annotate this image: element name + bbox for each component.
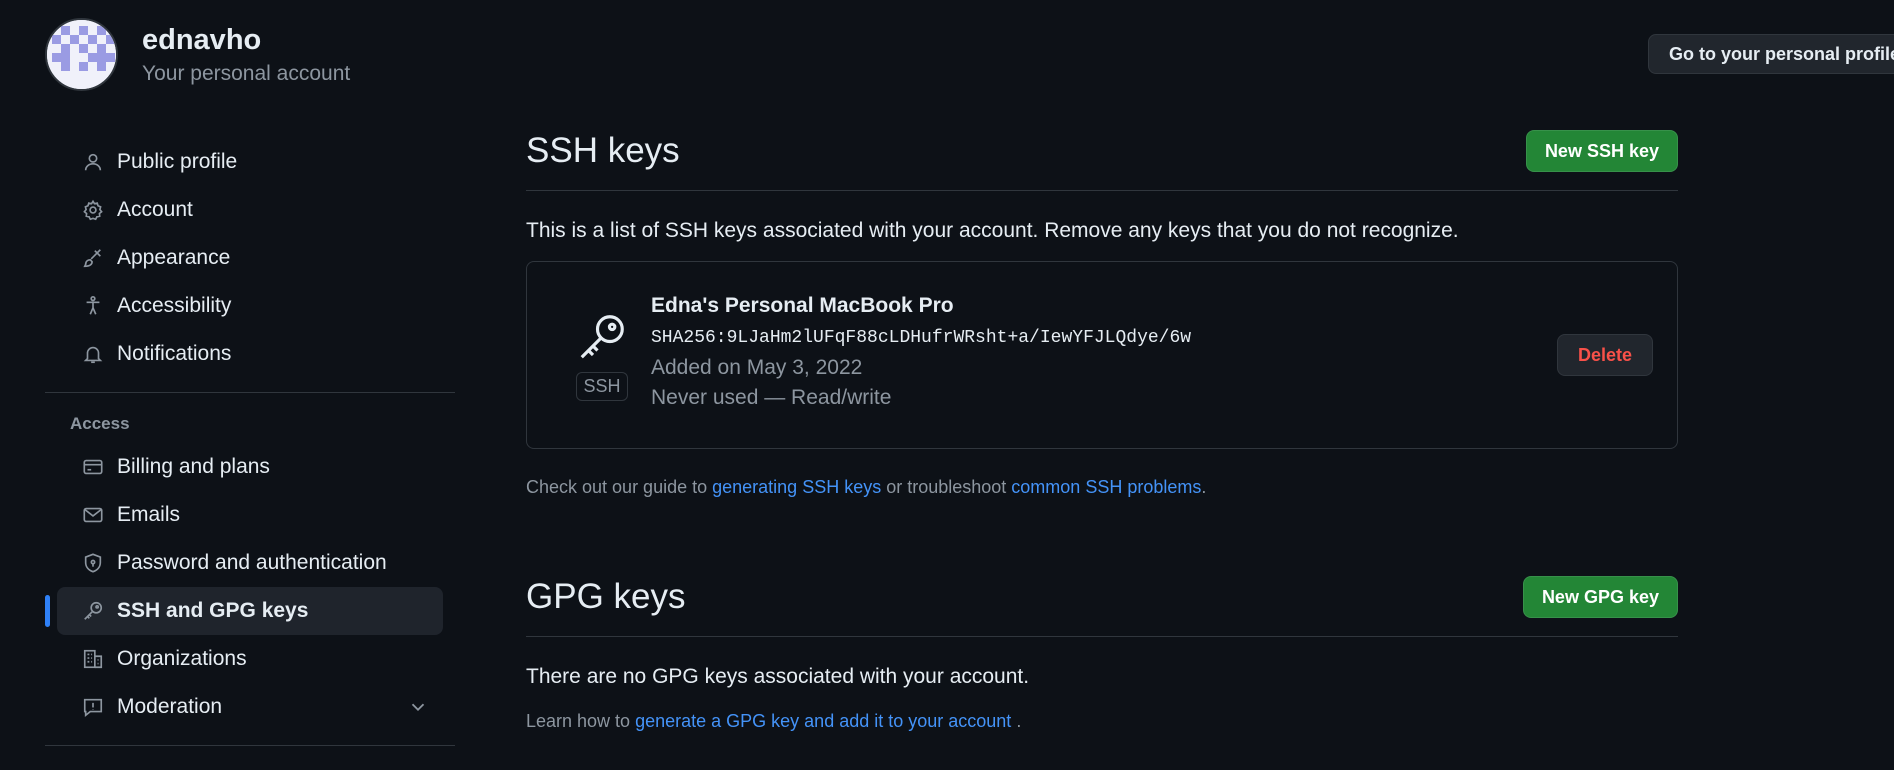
sidebar-item-label: Notifications bbox=[117, 342, 232, 365]
key-title: Edna's Personal MacBook Pro bbox=[651, 294, 954, 317]
sidebar-item-label: Emails bbox=[117, 503, 181, 526]
ssh-guide-text: Check out our guide to generating SSH ke… bbox=[526, 477, 1678, 498]
new-gpg-key-button[interactable]: New GPG key bbox=[1522, 576, 1678, 618]
new-ssh-key-button[interactable]: New SSH key bbox=[1525, 130, 1678, 172]
common-ssh-problems-link[interactable]: common SSH problems bbox=[1011, 477, 1201, 497]
key-icon bbox=[81, 599, 105, 623]
learn-suffix: . bbox=[1011, 711, 1022, 731]
key-usage: Never used — Read/write bbox=[651, 386, 892, 409]
sidebar-divider bbox=[45, 392, 455, 393]
guide-prefix: Check out our guide to bbox=[526, 477, 713, 497]
bell-icon bbox=[81, 342, 105, 366]
settings-sidebar: Public profile Account Appearance Access… bbox=[45, 138, 455, 758]
chevron-down-icon[interactable] bbox=[407, 696, 429, 718]
organization-icon bbox=[81, 647, 105, 671]
sidebar-item-label: Public profile bbox=[117, 150, 238, 173]
gpg-keys-section: GPG keys New GPG key There are no GPG ke… bbox=[526, 576, 1678, 732]
username[interactable]: ednavho bbox=[142, 23, 350, 58]
gpg-empty-message: There are no GPG keys associated with yo… bbox=[526, 665, 1030, 688]
ssh-keys-title: SSH keys bbox=[526, 131, 680, 170]
paintbrush-icon bbox=[81, 246, 105, 270]
accessibility-icon bbox=[81, 294, 105, 318]
go-to-profile-button[interactable]: Go to your personal profile bbox=[1648, 34, 1894, 74]
sidebar-item-emails[interactable]: Emails bbox=[57, 491, 443, 539]
sidebar-item-label: Moderation bbox=[117, 695, 223, 718]
delete-key-button[interactable]: Delete bbox=[1556, 334, 1653, 376]
sidebar-item-notifications[interactable]: Notifications bbox=[57, 330, 443, 378]
sidebar-item-accessibility[interactable]: Accessibility bbox=[57, 282, 443, 330]
ssh-keys-description: This is a list of SSH keys associated wi… bbox=[526, 219, 1459, 242]
avatar[interactable] bbox=[45, 18, 118, 91]
sidebar-item-label: Organizations bbox=[117, 647, 247, 670]
gpg-keys-title: GPG keys bbox=[526, 577, 686, 616]
key-type-badge: SSH bbox=[576, 372, 628, 401]
account-type-label: Your personal account bbox=[142, 61, 351, 85]
sidebar-item-label: SSH and GPG keys bbox=[117, 599, 309, 622]
sidebar-item-label: Account bbox=[117, 198, 193, 221]
mail-icon bbox=[81, 503, 105, 527]
sidebar-item-billing[interactable]: Billing and plans bbox=[57, 443, 443, 491]
gpg-learn-text: Learn how to generate a GPG key and add … bbox=[526, 711, 1678, 732]
sidebar-divider bbox=[45, 745, 455, 746]
shield-lock-icon bbox=[81, 551, 105, 575]
key-added-date: Added on May 3, 2022 bbox=[651, 356, 863, 379]
guide-suffix: . bbox=[1201, 477, 1207, 497]
key-icon bbox=[575, 310, 629, 364]
ssh-keys-section: SSH keys New SSH key This is a list of S… bbox=[526, 130, 1678, 498]
sidebar-item-label: Accessibility bbox=[117, 294, 232, 317]
sidebar-item-account[interactable]: Account bbox=[57, 186, 443, 234]
sidebar-item-label: Password and authentication bbox=[117, 551, 387, 574]
ssh-key-item: SSH Edna's Personal MacBook Pro SHA256:9… bbox=[526, 261, 1678, 449]
guide-middle: or troubleshoot bbox=[881, 477, 1012, 497]
learn-prefix: Learn how to bbox=[526, 711, 636, 731]
gear-icon bbox=[81, 198, 105, 222]
key-fingerprint: SHA256:9LJaHm2lUFqF88cLDHufrWRsht+a/IewY… bbox=[651, 328, 1192, 348]
sidebar-item-password-auth[interactable]: Password and authentication bbox=[57, 539, 443, 587]
sidebar-item-public-profile[interactable]: Public profile bbox=[57, 138, 443, 186]
report-icon bbox=[81, 695, 105, 719]
account-header: ednavho Your personal account bbox=[45, 18, 350, 91]
sidebar-item-ssh-gpg-keys[interactable]: SSH and GPG keys bbox=[45, 587, 443, 635]
sidebar-item-label: Appearance bbox=[117, 246, 231, 269]
generating-ssh-keys-link[interactable]: generating SSH keys bbox=[712, 477, 881, 497]
sidebar-item-label: Billing and plans bbox=[117, 455, 270, 478]
main-content: SSH keys New SSH key This is a list of S… bbox=[526, 130, 1678, 732]
generate-gpg-key-link[interactable]: generate a GPG key and add it to your ac… bbox=[635, 711, 1011, 731]
sidebar-item-appearance[interactable]: Appearance bbox=[57, 234, 443, 282]
person-icon bbox=[81, 150, 105, 174]
sidebar-item-organizations[interactable]: Organizations bbox=[57, 635, 443, 683]
sidebar-item-moderation[interactable]: Moderation bbox=[57, 683, 443, 731]
credit-card-icon bbox=[81, 455, 105, 479]
sidebar-section-heading-access: Access bbox=[70, 414, 130, 433]
